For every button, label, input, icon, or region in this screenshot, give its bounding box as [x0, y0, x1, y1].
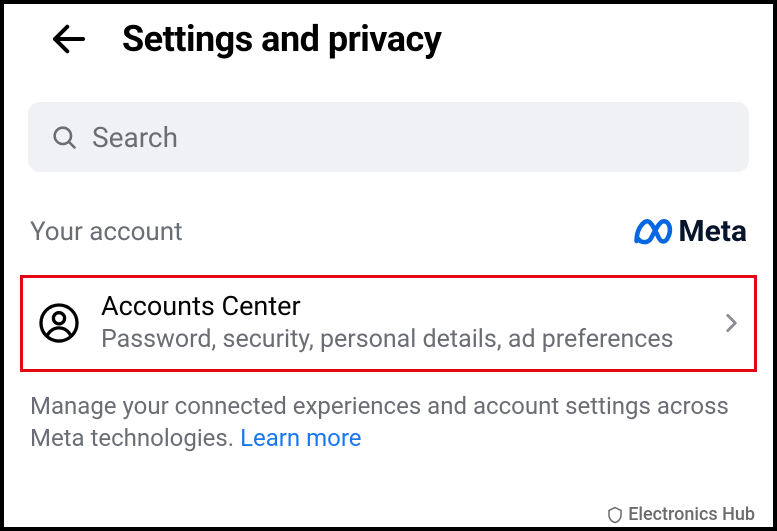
- meta-brand-text: Meta: [678, 214, 747, 249]
- description-text: Manage your connected experiences and ac…: [22, 372, 755, 455]
- your-account-row: Your account Meta: [22, 214, 755, 275]
- description-body: Manage your connected experiences and ac…: [30, 392, 729, 452]
- back-button[interactable]: [48, 18, 90, 60]
- search-input[interactable]: [92, 121, 727, 154]
- accounts-center-subtitle: Password, security, personal details, ad…: [101, 324, 712, 357]
- learn-more-link[interactable]: Learn more: [240, 424, 361, 452]
- accounts-center-body: Accounts Center Password, security, pers…: [101, 290, 712, 357]
- meta-brand: Meta: [632, 214, 747, 249]
- your-account-label: Your account: [30, 217, 183, 247]
- watermark: Electronics Hub: [606, 504, 755, 525]
- arrow-left-icon: [48, 18, 90, 60]
- accounts-center-title: Accounts Center: [101, 290, 712, 322]
- page-title: Settings and privacy: [122, 18, 441, 60]
- watermark-text: Electronics Hub: [628, 504, 755, 525]
- page-header: Settings and privacy: [22, 18, 755, 60]
- search-icon: [50, 123, 78, 151]
- chevron-right-icon: [718, 310, 744, 336]
- search-bar[interactable]: [28, 102, 749, 172]
- meta-logo-icon: [632, 218, 674, 246]
- person-circle-icon: [29, 302, 89, 344]
- watermark-icon: [606, 506, 624, 524]
- accounts-center-item[interactable]: Accounts Center Password, security, pers…: [20, 275, 757, 372]
